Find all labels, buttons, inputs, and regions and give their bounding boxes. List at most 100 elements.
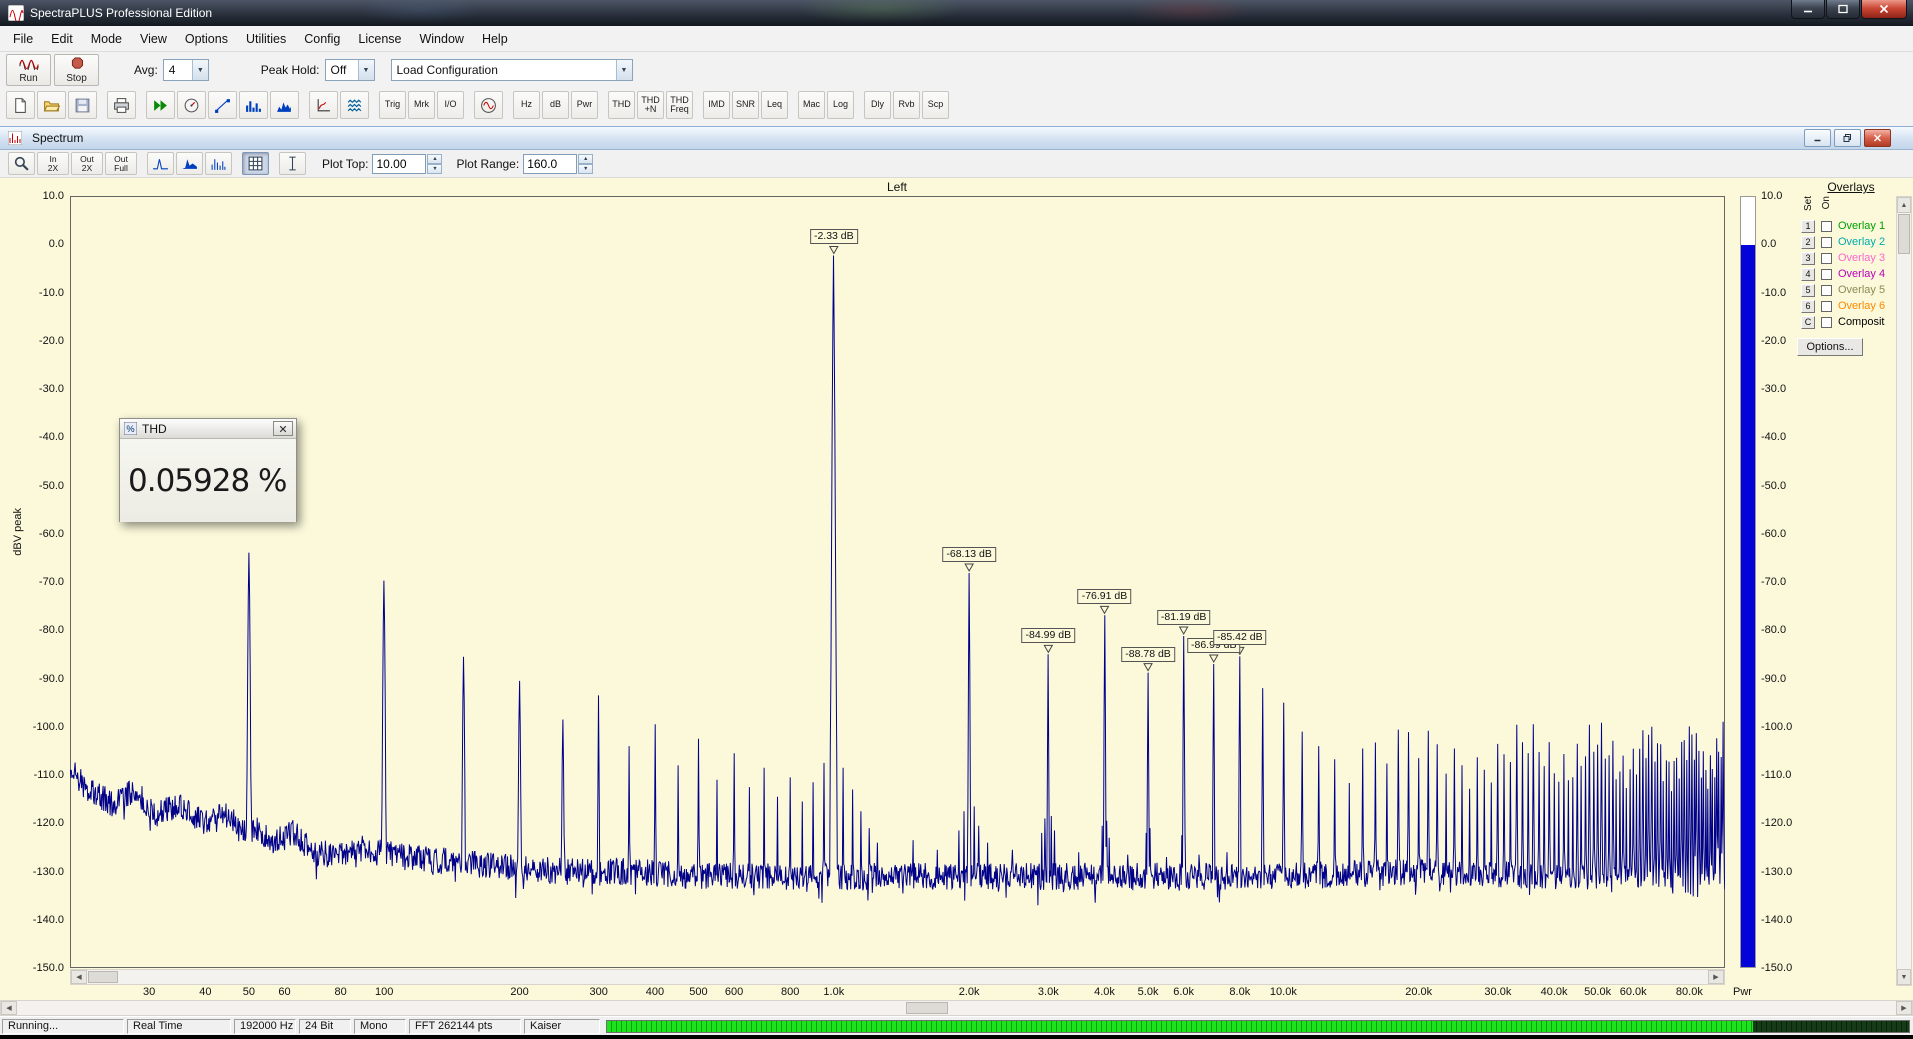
toolbar-button-mac[interactable]: Mac xyxy=(798,91,825,119)
y-tick-label: -80.0 xyxy=(2,623,64,637)
scroll-up-button[interactable]: ▲ xyxy=(1897,197,1911,213)
overlay-on-checkbox-1[interactable] xyxy=(1821,221,1832,232)
save-icon[interactable] xyxy=(68,91,97,119)
overlay-on-checkbox-c[interactable] xyxy=(1821,317,1832,328)
toolbar-button-scp[interactable]: Scp xyxy=(922,91,949,119)
open-folder-icon[interactable] xyxy=(37,91,66,119)
toolbar-button-mrk[interactable]: Mrk xyxy=(408,91,435,119)
axes-icon[interactable] xyxy=(309,91,338,119)
analysis-toolbar: TrigMrkI/O HzdBPwr THDTHD+NTHDFreq IMDSNRLe… xyxy=(0,88,1913,126)
menu-mode[interactable]: Mode xyxy=(82,26,131,51)
scroll-left-button[interactable]: ◀ xyxy=(71,970,87,984)
toolbar-button-db[interactable]: dB xyxy=(542,91,569,119)
window-horizontal-scrollbar[interactable]: ◀ ▶ xyxy=(0,1000,1913,1016)
scroll-right-button[interactable]: ▶ xyxy=(1708,970,1724,984)
scroll-thumb[interactable] xyxy=(1898,214,1910,254)
thd-titlebar[interactable]: % THD xyxy=(120,419,296,439)
y-tick-label: -100.0 xyxy=(2,720,64,734)
overlay-set-button-1[interactable]: 1 xyxy=(1801,220,1815,233)
sine-circle-icon[interactable] xyxy=(474,91,503,119)
toolbar-button-snr[interactable]: SNR xyxy=(732,91,759,119)
toolbar-button-trig[interactable]: Trig xyxy=(379,91,406,119)
fast-forward-icon[interactable] xyxy=(146,91,175,119)
toolbar-button-thd[interactable]: THD xyxy=(608,91,635,119)
vertical-scrollbar[interactable]: ▲ ▼ xyxy=(1896,196,1912,986)
spectrum-restore-button[interactable] xyxy=(1834,129,1861,147)
spectrum-plot[interactable] xyxy=(70,196,1725,968)
plot-top-input[interactable] xyxy=(372,154,426,174)
stop-button[interactable]: Stop xyxy=(54,54,99,86)
scroll-thumb[interactable] xyxy=(88,971,118,983)
menu-view[interactable]: View xyxy=(131,26,176,51)
plot-top-spinner[interactable]: ▲▼ xyxy=(427,154,442,174)
menu-help[interactable]: Help xyxy=(473,26,517,51)
toolbar-button-imd[interactable]: IMD xyxy=(703,91,730,119)
overlay-set-button-6[interactable]: 6 xyxy=(1801,300,1815,313)
overlay-set-button-4[interactable]: 4 xyxy=(1801,268,1815,281)
menu-window[interactable]: Window xyxy=(410,26,472,51)
scroll-down-button[interactable]: ▼ xyxy=(1897,969,1911,985)
thd-window[interactable]: % THD 0.05928 % xyxy=(119,418,297,522)
minimize-button[interactable] xyxy=(1791,0,1825,19)
overlay-on-checkbox-5[interactable] xyxy=(1821,285,1832,296)
overlay-on-checkbox-3[interactable] xyxy=(1821,253,1832,264)
plot-range-spinner[interactable]: ▲▼ xyxy=(578,154,593,174)
magnifier-icon[interactable] xyxy=(8,152,35,175)
zoom-in-2x[interactable]: In2X xyxy=(37,152,69,175)
peak-annotation: -85.42 dB xyxy=(1213,630,1267,645)
toolbar-button-thd-n[interactable]: THD+N xyxy=(637,91,664,119)
menu-file[interactable]: File xyxy=(4,26,42,51)
y-tick-label: -30.0 xyxy=(2,382,64,396)
status-mono: Mono xyxy=(354,1019,406,1034)
menu-config[interactable]: Config xyxy=(295,26,349,51)
print-icon[interactable] xyxy=(107,91,136,119)
scroll-thumb[interactable] xyxy=(906,1002,948,1014)
toolbar-button-hz[interactable]: Hz xyxy=(513,91,540,119)
overlay-row-6: 6Overlay 6 xyxy=(1795,298,1885,314)
plot-range-input[interactable] xyxy=(523,154,577,174)
bar-plot-icon[interactable] xyxy=(205,152,232,175)
overlay-on-checkbox-6[interactable] xyxy=(1821,301,1832,312)
overlay-set-button-c[interactable]: C xyxy=(1801,316,1815,329)
status-192000-hz: 192000 Hz xyxy=(234,1019,296,1034)
menu-edit[interactable]: Edit xyxy=(42,26,82,51)
peak-hold-select[interactable]: Off▼ xyxy=(325,59,375,81)
slope-icon[interactable] xyxy=(208,91,237,119)
bar-graph-icon[interactable] xyxy=(239,91,268,119)
waterfall-icon[interactable] xyxy=(340,91,369,119)
avg-select[interactable]: 4▼ xyxy=(163,59,209,81)
scroll-left-button[interactable]: ◀ xyxy=(1,1001,17,1015)
toolbar-button-io[interactable]: I/O xyxy=(437,91,464,119)
toolbar-button-dly[interactable]: Dly xyxy=(864,91,891,119)
zoom-out-full[interactable]: OutFull xyxy=(105,152,137,175)
overlay-set-button-3[interactable]: 3 xyxy=(1801,252,1815,265)
overlay-on-checkbox-4[interactable] xyxy=(1821,269,1832,280)
marker-line-icon[interactable] xyxy=(279,152,306,175)
gauge-icon[interactable] xyxy=(177,91,206,119)
menu-options[interactable]: Options xyxy=(176,26,237,51)
scroll-right-button[interactable]: ▶ xyxy=(1896,1001,1912,1015)
spectrum-minimize-button[interactable] xyxy=(1804,129,1831,147)
overlay-on-checkbox-2[interactable] xyxy=(1821,237,1832,248)
spectrum-close-button[interactable] xyxy=(1864,129,1891,147)
zoom-out-2x[interactable]: Out2X xyxy=(71,152,103,175)
toolbar-button-leq[interactable]: Leq xyxy=(761,91,788,119)
toolbar-button-pwr[interactable]: Pwr xyxy=(571,91,598,119)
toolbar-button-thd-freq[interactable]: THDFreq xyxy=(666,91,693,119)
filled-plot-icon[interactable] xyxy=(176,152,203,175)
toolbar-button-log[interactable]: Log xyxy=(827,91,854,119)
line-plot-icon[interactable] xyxy=(147,152,174,175)
menu-utilities[interactable]: Utilities xyxy=(237,26,295,51)
menu-license[interactable]: License xyxy=(349,26,410,51)
plot-horizontal-scrollbar[interactable]: ◀ ▶ xyxy=(70,969,1725,985)
new-document-icon[interactable] xyxy=(6,91,35,119)
thd-close-button[interactable] xyxy=(273,421,293,436)
maximize-button[interactable] xyxy=(1826,0,1860,19)
bar-graph-filled-icon[interactable] xyxy=(270,91,299,119)
x-tick-label: 50 xyxy=(243,986,255,998)
run-button[interactable]: Run xyxy=(6,54,51,86)
close-button[interactable] xyxy=(1861,0,1907,19)
grid-display-icon[interactable] xyxy=(242,152,269,175)
toolbar-button-rvb[interactable]: Rvb xyxy=(893,91,920,119)
load-configuration-select[interactable]: Load Configuration▼ xyxy=(391,59,633,81)
